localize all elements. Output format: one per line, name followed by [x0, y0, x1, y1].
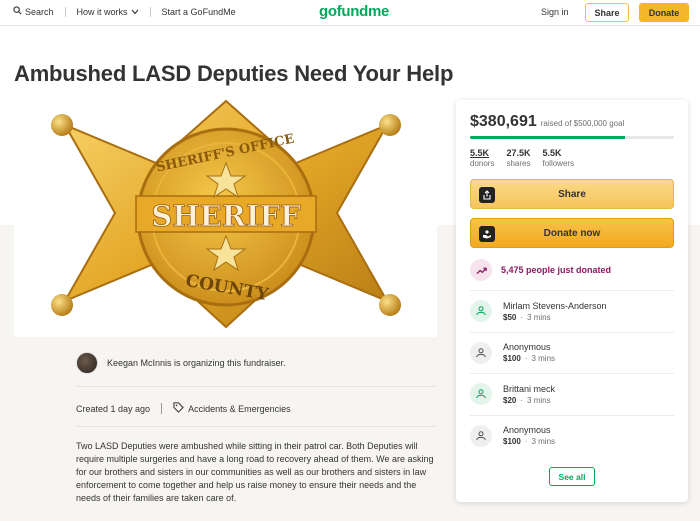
- donation-details: $100 · 3 mins: [503, 354, 555, 363]
- campaign-title: Ambushed LASD Deputies Need Your Help: [14, 61, 454, 86]
- trend-text: 5,475 people just donated: [501, 265, 612, 275]
- donation-item: Mirlam Stevens-Anderson $50 · 3 mins: [470, 290, 674, 332]
- donate-hand-icon: [479, 226, 495, 242]
- donor-name: Brittani meck: [503, 383, 556, 394]
- sheriff-badge-image: SHERIFF SHERIFF'S OFFICE COUNTY: [51, 99, 401, 329]
- donation-details: $20 · 3 mins: [503, 396, 555, 405]
- campaign-story: Two LASD Deputies were ambushed while si…: [76, 441, 434, 503]
- donation-item: Brittani meck $20 · 3 mins: [470, 373, 674, 415]
- signin-link[interactable]: Sign in: [541, 7, 569, 17]
- nav-left: Search How it works Start a GoFundMe: [13, 6, 236, 17]
- how-it-works-menu[interactable]: How it works: [77, 7, 139, 17]
- donate-button-header[interactable]: Donate: [639, 3, 689, 22]
- bullet-dot: ·: [520, 395, 524, 405]
- bullet-dot: ·: [520, 312, 524, 322]
- donors-count[interactable]: 5.5K: [470, 148, 494, 158]
- donation-amount: $100: [503, 354, 521, 364]
- donor-hand-heart-icon: [470, 341, 492, 364]
- badge-main-text: SHERIFF: [151, 199, 301, 233]
- recent-donations-trend: 5,475 people just donated: [470, 259, 611, 281]
- shares-label: shares: [506, 159, 531, 168]
- tag-icon: [173, 402, 184, 415]
- followers-count: 5.5K: [542, 148, 562, 158]
- meta-divider: [161, 403, 163, 414]
- progress-fill: [470, 136, 626, 139]
- donation-time: 3 mins: [527, 312, 551, 322]
- donation-info: Anonymous $100 · 3 mins: [503, 342, 555, 363]
- donation-time: 3 mins: [527, 395, 551, 405]
- donor-hand-heart-icon: [470, 424, 492, 447]
- donation-amount: $20: [503, 395, 517, 405]
- nav-divider: [64, 6, 66, 17]
- stat-followers: 5.5K followers: [543, 148, 575, 168]
- organizer-avatar[interactable]: [76, 352, 98, 374]
- chevron-down-icon: [131, 7, 139, 17]
- raised-summary: $380,691 raised of $500,000 goal: [470, 113, 624, 131]
- category-link[interactable]: Accidents & Emergencies: [173, 402, 291, 415]
- how-it-works-label: How it works: [76, 6, 128, 17]
- donation-amount: $100: [503, 437, 521, 447]
- donation-info: Mirlam Stevens-Anderson $50 · 3 mins: [503, 301, 607, 322]
- share-icon: [479, 187, 495, 203]
- shares-count: 27.5K: [506, 148, 531, 158]
- goal-text: raised of $500,000 goal: [540, 119, 625, 128]
- donation-details: $50 · 3 mins: [503, 313, 607, 322]
- donate-now-button[interactable]: Donate now: [470, 218, 674, 248]
- bullet-dot: ·: [524, 437, 528, 447]
- organizer-row: Keegan McInnis is organizing this fundra…: [76, 352, 286, 374]
- section-divider: [76, 386, 436, 387]
- donation-sidebar: $380,691 raised of $500,000 goal 5.5K do…: [456, 100, 688, 502]
- gofundme-logo[interactable]: gofundme: [319, 3, 389, 20]
- donation-info: Anonymous $100 · 3 mins: [503, 425, 555, 446]
- campaign-hero-image: SHERIFF SHERIFF'S OFFICE COUNTY: [14, 99, 437, 337]
- donor-name: Mirlam Stevens-Anderson: [503, 300, 607, 311]
- bullet-dot: ·: [524, 354, 528, 364]
- campaign-stats: 5.5K donors 27.5K shares 5.5K followers: [470, 148, 574, 168]
- created-date: Created 1 day ago: [76, 403, 151, 414]
- donation-item: Anonymous $100 · 3 mins: [470, 414, 674, 457]
- donation-info: Brittani meck $20 · 3 mins: [503, 384, 555, 405]
- organizer-text: Keegan McInnis is organizing this fundra…: [107, 358, 286, 368]
- campaign-meta: Created 1 day ago Accidents & Emergencie…: [76, 402, 291, 415]
- search-link[interactable]: Search: [13, 6, 54, 17]
- recent-donations-list: Mirlam Stevens-Anderson $50 · 3 mins Ano…: [470, 290, 674, 456]
- nav-divider: [149, 6, 151, 17]
- donation-item: Anonymous $100 · 3 mins: [470, 331, 674, 374]
- share-button-label: Share: [558, 188, 586, 200]
- share-button[interactable]: Share: [470, 179, 674, 209]
- category-label: Accidents & Emergencies: [188, 403, 291, 414]
- share-button-header[interactable]: Share: [585, 3, 629, 22]
- donation-time: 3 mins: [531, 437, 556, 447]
- stat-donors[interactable]: 5.5K donors: [470, 148, 494, 168]
- donor-name: Anonymous: [503, 425, 551, 436]
- start-gofundme-link[interactable]: Start a GoFundMe: [162, 7, 236, 17]
- search-label: Search: [25, 6, 54, 17]
- donor-hand-heart-icon: [470, 383, 492, 406]
- donor-hand-heart-icon: [470, 300, 492, 323]
- section-divider: [76, 426, 436, 427]
- donor-name: Anonymous: [503, 342, 551, 353]
- start-label: Start a GoFundMe: [161, 6, 236, 17]
- donors-label: donors: [470, 159, 495, 168]
- donation-details: $100 · 3 mins: [503, 437, 555, 446]
- donate-now-label: Donate now: [543, 227, 601, 239]
- stat-shares: 27.5K shares: [506, 148, 530, 168]
- trending-up-icon: [470, 259, 492, 281]
- see-all-button[interactable]: See all: [549, 467, 595, 486]
- search-icon: [13, 6, 22, 17]
- raised-amount: $380,691: [470, 113, 537, 130]
- top-nav: Search How it works Start a GoFundMe gof…: [0, 0, 700, 26]
- donation-time: 3 mins: [531, 354, 556, 364]
- donation-amount: $50: [503, 312, 517, 322]
- progress-bar: [470, 136, 674, 139]
- followers-label: followers: [542, 159, 575, 168]
